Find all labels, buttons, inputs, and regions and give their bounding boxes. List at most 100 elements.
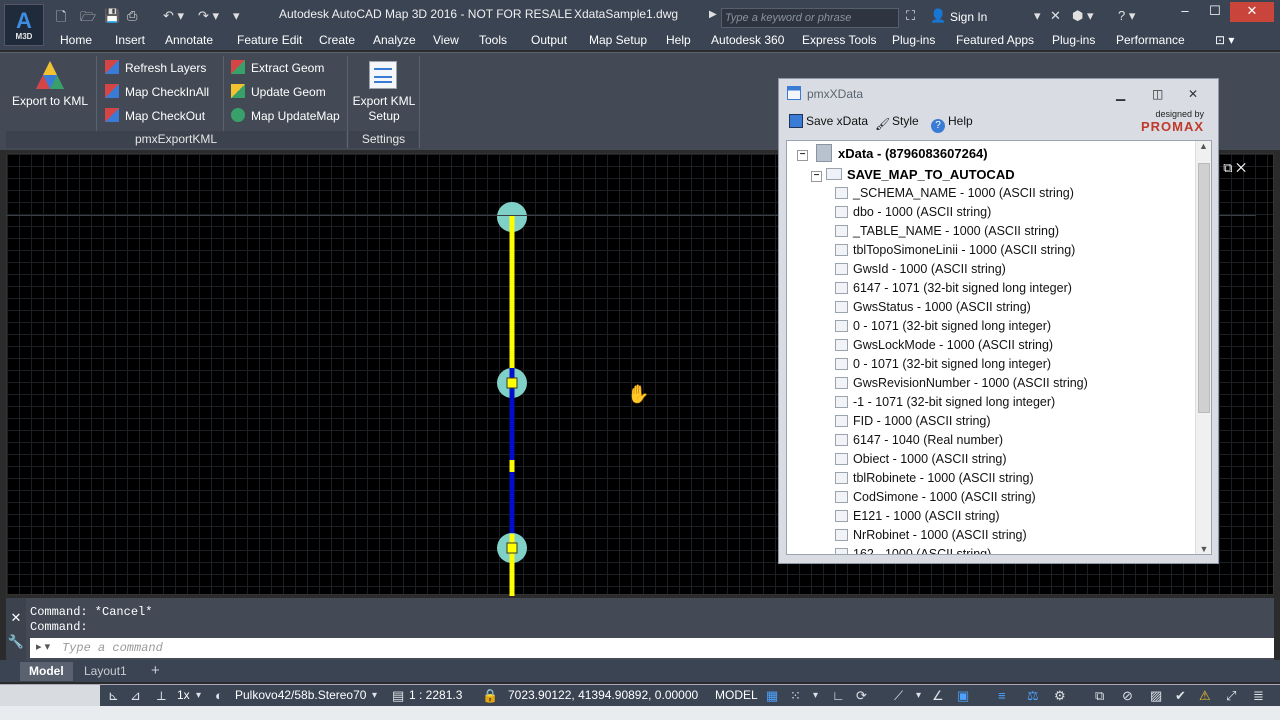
tab-autodesk-360[interactable]: Autodesk 360 [711, 33, 784, 47]
collapse-icon[interactable]: − [797, 150, 808, 161]
xdata-entry[interactable]: 6147 - 1040 (Real number) [835, 433, 1211, 452]
binoculars-icon[interactable]: ⛶ [906, 8, 915, 24]
xdata-entry[interactable]: GwsId - 1000 (ASCII string) [835, 262, 1211, 281]
refresh-layers-button[interactable]: Refresh Layers [105, 60, 206, 75]
tab-help[interactable]: Help [666, 33, 691, 47]
search-input[interactable]: Type a keyword or phrase [721, 8, 899, 28]
tab-annotate[interactable]: Annotate [165, 33, 213, 47]
undo-icon[interactable]: ↶ ▾ [163, 8, 184, 24]
panel-minimize-button[interactable]: ▁ [1116, 87, 1125, 101]
tab-feature-edit[interactable]: Feature Edit [237, 33, 302, 47]
save-xdata-button[interactable]: Save xData [789, 114, 868, 128]
save-icon[interactable]: 💾 [104, 8, 120, 24]
xdata-entry[interactable]: _SCHEMA_NAME - 1000 (ASCII string) [835, 186, 1211, 205]
model-space-icon[interactable]: ⊾ [108, 688, 119, 704]
selection-icon[interactable]: ▣ [957, 688, 969, 704]
tab-create[interactable]: Create [319, 33, 355, 47]
tab-featured-apps[interactable]: Featured Apps [956, 33, 1034, 47]
add-layout-button[interactable]: + [145, 662, 166, 681]
annotation-scale-icon[interactable]: ⟂ [157, 688, 166, 704]
command-prompt-icon[interactable]: ▸ ▾ [36, 640, 50, 653]
maximize-button[interactable]: ☐ [1200, 2, 1230, 22]
xdata-entry[interactable]: GwsStatus - 1000 (ASCII string) [835, 300, 1211, 319]
model-toggle[interactable]: MODEL [715, 688, 758, 702]
osnap-icon[interactable]: ⟋ [894, 688, 903, 704]
xdata-entry[interactable]: tblRobinete - 1000 (ASCII string) [835, 471, 1211, 490]
panel-close-button[interactable]: ✕ [1188, 87, 1198, 101]
close-icon[interactable]: ✕ [6, 610, 26, 626]
coordinate-system[interactable]: Pulkovo42/58b.Stereo70 [235, 688, 366, 702]
annotation-visibility-icon[interactable]: ⚖ [1027, 688, 1039, 704]
tab-tools[interactable]: Tools [479, 33, 507, 47]
tab-express-tools[interactable]: Express Tools [802, 33, 876, 47]
tab-view[interactable]: View [433, 33, 459, 47]
export-kml-setup-button[interactable]: Export KML Setup [350, 94, 418, 124]
ortho-icon[interactable]: ∟ [832, 688, 845, 703]
a360-icon[interactable]: ⬢ ▾ [1072, 8, 1094, 24]
isolate-icon[interactable]: ⊘ [1122, 688, 1133, 704]
xdata-entry[interactable]: GwsLockMode - 1000 (ASCII string) [835, 338, 1211, 357]
xdata-entry[interactable]: 162 - 1000 (ASCII string) [835, 547, 1211, 554]
sign-in-button[interactable]: Sign In [950, 10, 987, 24]
xdata-entry[interactable]: CodSimone - 1000 (ASCII string) [835, 490, 1211, 509]
style-button[interactable]: 🖌 Style [875, 114, 919, 131]
xdata-entry[interactable]: Obiect - 1000 (ASCII string) [835, 452, 1211, 471]
lock-icon[interactable]: 🔒 [482, 688, 498, 704]
update-geom-button[interactable]: Update Geom [231, 84, 326, 99]
customize-icon[interactable]: ≣ [1253, 688, 1264, 704]
xdata-entry[interactable]: NrRobinet - 1000 (ASCII string) [835, 528, 1211, 547]
map-checkout-button[interactable]: Map CheckOut [105, 108, 205, 123]
xdata-entry[interactable]: _TABLE_NAME - 1000 (ASCII string) [835, 224, 1211, 243]
expand-search-icon[interactable]: ▶ [709, 9, 717, 20]
tab-plugins[interactable]: Plug-ins [892, 33, 935, 47]
close-button[interactable]: ✕ [1230, 2, 1274, 22]
tab-model[interactable]: Model [20, 662, 73, 681]
xdata-entry[interactable]: 0 - 1071 (32-bit signed long integer) [835, 319, 1211, 338]
map-checkinall-button[interactable]: Map CheckInAll [105, 84, 209, 99]
annotation-icon[interactable]: ⊿ [130, 688, 141, 704]
wrench-icon[interactable]: 🔧 [6, 634, 26, 650]
xdata-entry[interactable]: GwsRevisionNumber - 1000 (ASCII string) [835, 376, 1211, 395]
lineweight-icon[interactable]: ≡ [998, 688, 1006, 703]
help-button[interactable]: ? Help [931, 114, 973, 133]
polar-icon[interactable]: ⟳ [856, 688, 867, 704]
tab-map-setup[interactable]: Map Setup [589, 33, 647, 47]
tab-plugins-2[interactable]: Plug-ins [1052, 33, 1095, 47]
new-file-icon[interactable]: 🗋 [56, 8, 66, 30]
gear-icon[interactable]: ⚙ [1054, 688, 1066, 704]
otrack-icon[interactable]: ∠ [932, 688, 944, 704]
snap-icon[interactable]: ⁙ [790, 688, 801, 704]
help-icon[interactable]: ? ▾ [1118, 8, 1135, 24]
ribbon-minimize-icon[interactable]: ⊡ ▾ [1215, 33, 1234, 47]
collapse-icon[interactable]: − [811, 171, 822, 182]
command-line-handle[interactable]: ✕ 🔧 [6, 598, 26, 660]
xdata-entry[interactable]: dbo - 1000 (ASCII string) [835, 205, 1211, 224]
viewport-controls[interactable]: ▫ ⧉ ✕ [1215, 160, 1246, 176]
scroll-up-icon[interactable]: ▲ [1196, 141, 1211, 151]
map-updatemap-button[interactable]: Map UpdateMap [231, 108, 340, 123]
tab-home[interactable]: Home [60, 33, 92, 47]
workspace-icon[interactable]: ⧉ [1095, 688, 1104, 704]
tree-scrollbar[interactable]: ▲ ▼ [1195, 141, 1211, 554]
quick-access-dropdown-icon[interactable]: ▾ [233, 8, 240, 24]
clean-screen-icon[interactable]: ✔ [1175, 688, 1186, 704]
redo-icon[interactable]: ↷ ▾ [198, 8, 219, 24]
export-to-kml-button[interactable]: Export to KML [12, 94, 88, 108]
scale-multiplier[interactable]: 1x [177, 688, 190, 702]
tree-root[interactable]: − xData - (8796083607264) [797, 144, 988, 162]
exchange-apps-icon[interactable]: ✕ [1050, 8, 1061, 24]
chevron-down-icon[interactable]: ▾ [372, 690, 377, 701]
hardware-acceleration-icon[interactable]: ▨ [1150, 688, 1162, 704]
fullscreen-icon[interactable]: ⤢ [1226, 688, 1236, 704]
panel-maximize-button[interactable]: ◫ [1152, 87, 1163, 101]
minimize-button[interactable]: – [1170, 2, 1200, 22]
scroll-down-icon[interactable]: ▼ [1196, 544, 1211, 554]
chevron-down-icon[interactable]: ▾ [196, 690, 201, 701]
chevron-down-icon[interactable]: ▾ [813, 690, 818, 701]
application-menu-button[interactable]: A M3D [4, 4, 44, 46]
signin-dropdown-icon[interactable]: ▾ [1034, 8, 1041, 24]
xdata-entry[interactable]: E121 - 1000 (ASCII string) [835, 509, 1211, 528]
xdata-entry[interactable]: tblTopoSimoneLinii - 1000 (ASCII string) [835, 243, 1211, 262]
tab-analyze[interactable]: Analyze [373, 33, 416, 47]
command-input[interactable]: Type a command [30, 638, 1274, 658]
